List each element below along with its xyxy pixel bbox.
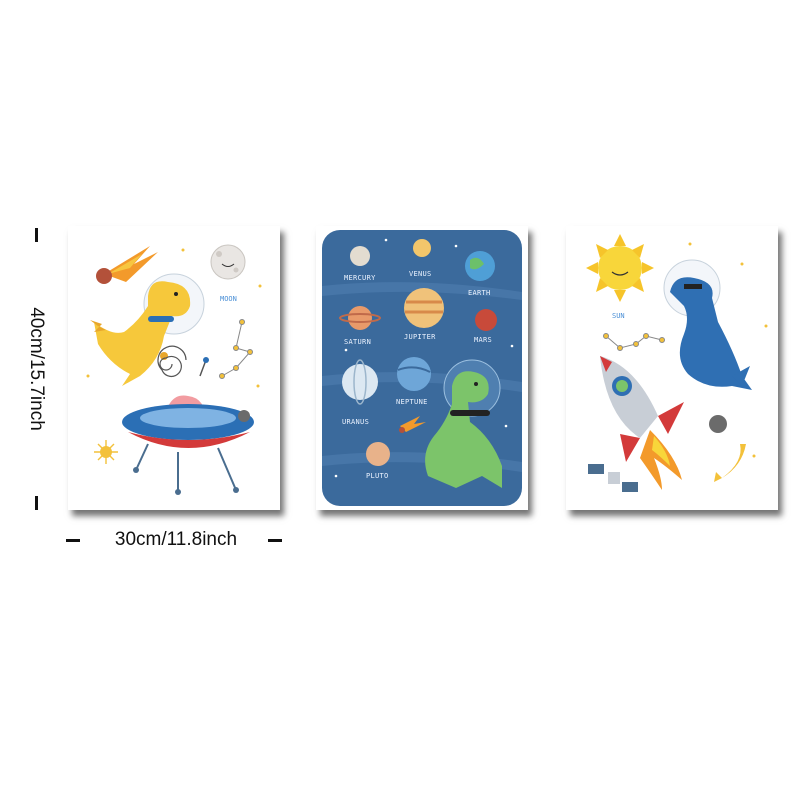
poster-moon-dinosaur: MOON [68,226,280,510]
moon-icon [210,244,246,280]
asteroid-icon [238,410,250,422]
moon-dinosaur-illustration: MOON [86,244,262,495]
mercury-icon [350,246,370,266]
moon-label: MOON [220,295,237,303]
pluto-label: PLUTO [366,472,389,480]
height-dimension: 40cm/15.7inch [24,228,48,510]
venus-icon [413,239,431,257]
height-dimension-label: 40cm/15.7inch [26,307,47,431]
poster-sun-rocket: SUN [566,226,778,510]
dimension-tick-top [35,228,38,242]
width-dimension: 30cm/11.8inch [66,528,282,552]
width-dimension-label: 30cm/11.8inch [114,529,238,550]
venus-label: VENUS [409,270,432,278]
comet-icon [96,246,158,284]
sun-label: SUN [612,312,625,320]
jupiter-icon [404,288,444,328]
blue-dinosaur-astronaut [663,259,752,390]
constellation-icon [603,333,665,351]
spiral-galaxy-icon [157,345,187,378]
solar-system-illustration: MERCURY VENUS EARTH SATURN JUPITER MARS … [322,230,522,506]
ufo-with-pink-dinosaur [122,395,254,495]
dimension-tick-right [268,539,282,542]
uranus-label: URANUS [342,418,369,426]
poster-solar-system: MERCURY VENUS EARTH SATURN JUPITER MARS … [316,226,528,510]
neptune-icon [397,357,431,391]
mercury-label: MERCURY [344,274,376,282]
sun-rocket-illustration: SUN [586,234,768,492]
rocket-icon [600,356,684,490]
jupiter-label: JUPITER [404,333,436,341]
sun-icon [586,234,654,302]
earth-icon [465,251,495,281]
mars-icon [475,309,497,331]
dimension-tick-bottom [35,496,38,510]
yellow-dinosaur-astronaut [90,273,205,386]
satellite-icon [588,464,638,492]
shooting-star-icon [714,444,746,482]
asteroid-icon [709,415,727,433]
constellation-icon [219,319,253,379]
mars-label: MARS [474,336,492,344]
dimension-tick-left [66,539,80,542]
joystick-icon [199,357,209,377]
earth-label: EARTH [468,289,491,297]
saturn-label: SATURN [344,338,371,346]
pluto-icon [366,442,390,466]
small-sun-icon [94,440,118,464]
neptune-label: NEPTUNE [396,398,428,406]
